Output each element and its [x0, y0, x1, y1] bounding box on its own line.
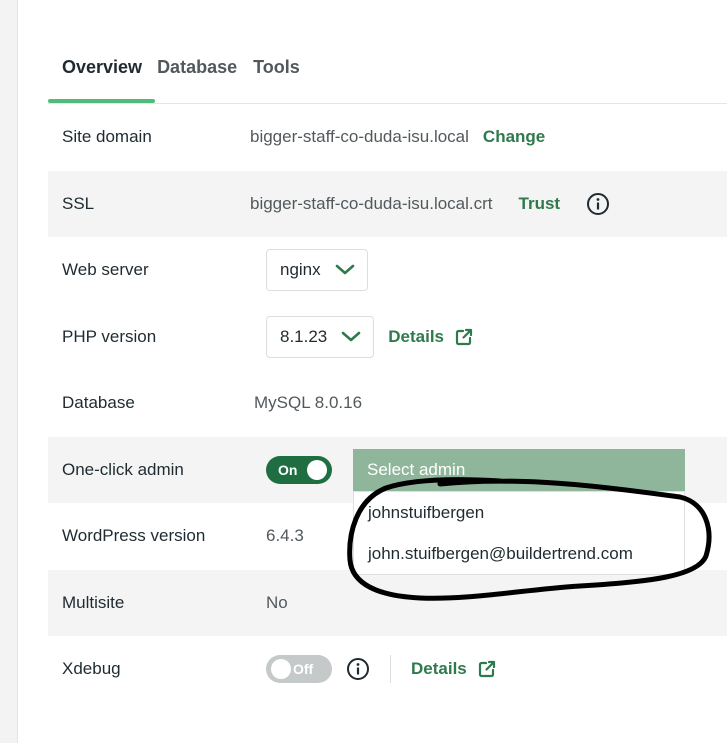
tab-bar: Overview Database Tools [48, 40, 316, 103]
chevron-down-icon [335, 264, 355, 276]
external-link-icon [477, 659, 497, 679]
row-label: Site domain [62, 127, 152, 147]
web-server-selected: nginx [280, 260, 321, 280]
select-admin-dropdown[interactable]: Select admin [353, 449, 685, 491]
row-label: Web server [62, 260, 149, 280]
row-web-server: Web server nginx [48, 237, 727, 304]
ssl-cert-value: bigger-staff-co-duda-isu.local.crt [250, 193, 493, 213]
toggle-knob [307, 459, 327, 480]
vertical-divider [390, 655, 391, 684]
tab-tools[interactable]: Tools [253, 40, 300, 102]
left-panel-edge [0, 0, 18, 743]
multisite-value: No [266, 592, 288, 612]
row-php-version: PHP version 8.1.23 Details [48, 304, 727, 371]
chevron-down-icon [341, 331, 361, 343]
external-link-icon [454, 327, 474, 347]
admin-dropdown-menu: johnstuifbergen john.stuifbergen@builder… [353, 491, 685, 575]
row-database: Database MySQL 8.0.16 [48, 370, 727, 437]
row-xdebug: Xdebug Off Details [48, 636, 727, 703]
php-version-selected: 8.1.23 [280, 326, 328, 346]
toggle-label: Off [293, 661, 314, 678]
toggle-label: On [278, 461, 298, 478]
row-label: Xdebug [62, 659, 121, 679]
row-label: Multisite [62, 592, 125, 612]
row-label: SSL [62, 193, 95, 213]
php-version-select[interactable]: 8.1.23 [266, 315, 375, 358]
change-domain-link[interactable]: Change [483, 127, 545, 147]
toggle-knob [271, 659, 291, 680]
site-overview-table: Site domain bigger-staff-co-duda-isu.loc… [48, 104, 727, 703]
php-details-link[interactable]: Details [388, 327, 474, 347]
xdebug-details-label: Details [411, 659, 467, 679]
row-label: Database [62, 393, 135, 413]
row-label: WordPress version [62, 526, 206, 546]
tab-database[interactable]: Database [157, 40, 237, 102]
tab-overview[interactable]: Overview [48, 40, 156, 103]
php-details-label: Details [388, 326, 445, 346]
one-click-admin-toggle[interactable]: On [266, 455, 332, 484]
database-value: MySQL 8.0.16 [254, 393, 363, 413]
admin-option[interactable]: john.stuifbergen@buildertrend.com [354, 533, 684, 574]
row-site-domain: Site domain bigger-staff-co-duda-isu.loc… [48, 104, 727, 171]
row-label: One-click admin [62, 459, 184, 479]
info-icon[interactable] [586, 192, 610, 216]
xdebug-details-link[interactable]: Details [411, 659, 497, 679]
row-label: PHP version [62, 326, 157, 346]
xdebug-toggle[interactable]: Off [266, 655, 332, 684]
row-ssl: SSL bigger-staff-co-duda-isu.local.crt T… [48, 170, 727, 237]
web-server-select[interactable]: nginx [266, 249, 368, 292]
info-icon[interactable] [346, 657, 370, 681]
trust-link[interactable]: Trust [519, 194, 561, 214]
site-domain-value: bigger-staff-co-duda-isu.local [250, 127, 469, 147]
row-multisite: Multisite No [48, 569, 727, 636]
admin-option[interactable]: johnstuifbergen [354, 492, 684, 533]
wordpress-version-value: 6.4.3 [266, 526, 304, 546]
